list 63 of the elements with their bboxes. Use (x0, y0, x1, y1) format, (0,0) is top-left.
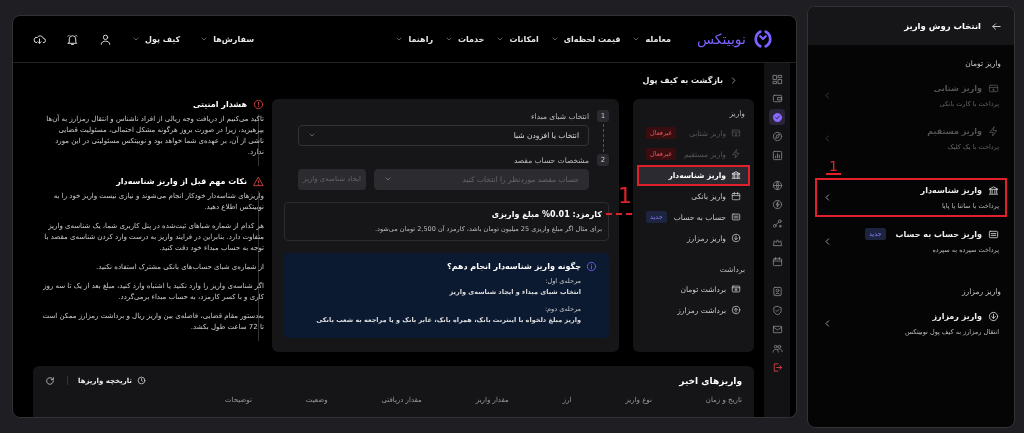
nodes-icon (771, 217, 783, 229)
card-icon (988, 228, 999, 240)
annotation-number: 1 (618, 185, 632, 207)
refresh-icon[interactable] (45, 375, 55, 386)
logo-text[interactable]: نوبیتکس (696, 31, 746, 47)
nav-menu-item[interactable]: کیف پول (132, 34, 181, 44)
mail-icon (771, 323, 783, 335)
bank-icon (731, 170, 741, 181)
annotation-number: 1 (826, 160, 841, 175)
user-icon[interactable] (99, 32, 112, 46)
nav-menu-item[interactable]: خدمات (445, 34, 485, 44)
warning-title: نکات مهم قبل از واریز شناسه‌دار (116, 176, 247, 186)
chart-icon (771, 149, 783, 161)
panel-title: انتخاب روش واریز (904, 21, 981, 31)
dashboard-icon (771, 73, 783, 85)
download-icon (731, 233, 741, 244)
nav-menu-item[interactable]: راهنما (395, 34, 433, 44)
bolt-icon (731, 149, 741, 160)
sidebar-item[interactable] (769, 109, 785, 125)
check-badge-icon (771, 111, 783, 123)
nav-menu-item[interactable]: سفارش‌ها (200, 34, 255, 44)
back-link[interactable]: بازگشت به کیف پول (642, 75, 738, 89)
warning-icon (253, 175, 264, 187)
logo-icon (752, 28, 774, 50)
alert-icon (253, 98, 264, 110)
id-card-icon (771, 285, 783, 297)
clock-icon (136, 376, 146, 386)
guide-title: چگونه واریز شناسه‌دار انجام دهم؟ (447, 261, 581, 271)
compass-icon (771, 130, 783, 142)
download-icon (988, 311, 999, 322)
group-icon (771, 342, 783, 354)
bell-icon[interactable] (66, 32, 79, 46)
logout-icon (771, 361, 783, 373)
nav-menu-item[interactable]: امکانات (496, 34, 539, 44)
cloud-download-icon[interactable] (33, 32, 46, 46)
calendar-icon (731, 191, 741, 202)
bolt-icon (771, 198, 783, 210)
card-title: واریزهای اخیر (679, 375, 742, 386)
chevron-down-icon (132, 35, 140, 43)
info-icon (586, 260, 597, 272)
warning-title: هشدار امنیتی (192, 99, 247, 109)
chevron-down-icon (496, 35, 505, 43)
chevron-down-icon (395, 35, 404, 43)
nav-menu-item[interactable]: معامله (632, 34, 671, 44)
crown-icon (771, 236, 783, 248)
nav-menu-item[interactable]: قیمت لحظه‌ای (550, 34, 621, 44)
calendar-icon (771, 255, 783, 267)
card-icon (731, 212, 741, 223)
card-icon (731, 128, 741, 139)
fee-title: کارمزد: 0.01% مبلغ واریزی (490, 209, 602, 219)
chevron-down-icon (550, 35, 559, 43)
bolt-icon (988, 126, 999, 137)
chevron-down-icon (445, 35, 453, 43)
wallet-icon (771, 92, 783, 104)
chevron-down-icon (200, 35, 209, 43)
globe-icon (771, 179, 783, 191)
bank-icon (988, 185, 999, 196)
upload-icon (731, 305, 741, 316)
card-icon (988, 83, 999, 94)
shield-icon (771, 304, 783, 316)
chevron-down-icon (632, 35, 641, 43)
card-plus-icon (731, 284, 741, 295)
leader-line (606, 213, 632, 215)
